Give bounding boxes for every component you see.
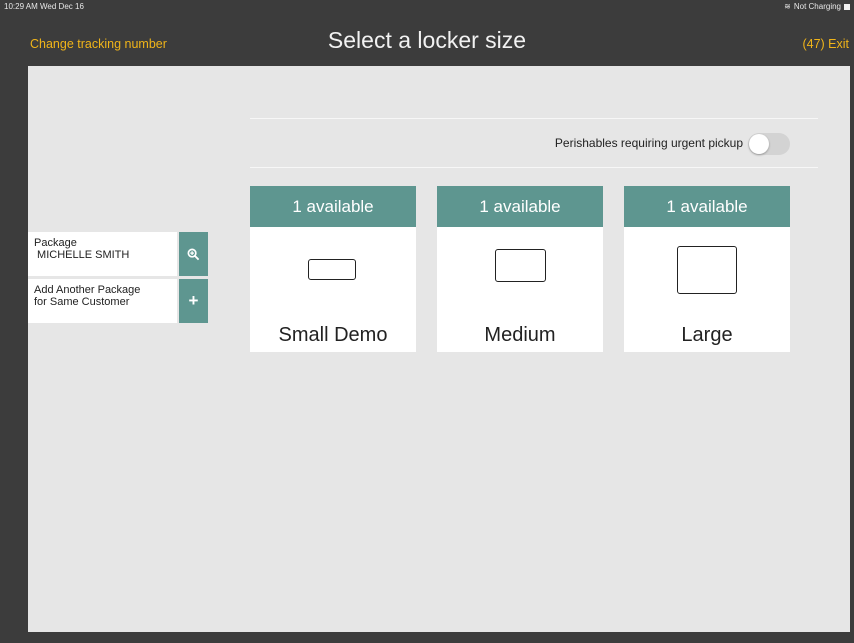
locker-availability: 1 available <box>250 186 416 227</box>
zoom-in-icon <box>187 248 200 260</box>
medium-locker-icon <box>495 249 546 282</box>
divider-bottom <box>250 167 818 168</box>
small-locker-icon <box>308 259 356 280</box>
add-package-button[interactable]: + <box>179 279 208 323</box>
package-row: Package MICHELLE SMITH <box>28 232 208 276</box>
wifi-icon: ≋ <box>784 2 791 11</box>
locker-availability: 1 available <box>624 186 790 227</box>
locker-card-large[interactable]: 1 available Large <box>624 186 790 352</box>
locker-card-small[interactable]: 1 available Small Demo <box>250 186 416 352</box>
perishables-label: Perishables requiring urgent pickup <box>554 136 743 150</box>
plus-icon: + <box>188 291 199 310</box>
add-package-row: Add Another Package for Same Customer + <box>28 279 208 323</box>
add-package-info: Add Another Package for Same Customer <box>28 279 177 323</box>
page-title: Select a locker size <box>327 27 527 53</box>
add-package-label-line2: for Same Customer <box>34 296 130 308</box>
package-customer-name: MICHELLE SMITH <box>34 249 130 261</box>
battery-icon <box>844 3 850 10</box>
exit-button[interactable]: (47) Exit <box>802 37 849 51</box>
nav-bar: Change tracking number Select a locker s… <box>0 14 854 66</box>
status-bar: 10:29 AM Wed Dec 16 ≋ Not Charging <box>0 0 854 14</box>
perishables-toggle[interactable] <box>748 133 790 155</box>
locker-card-medium[interactable]: 1 available Medium <box>437 186 603 352</box>
divider-top <box>250 118 818 119</box>
locker-name: Small Demo <box>278 324 388 346</box>
toggle-knob <box>749 134 769 154</box>
package-info: Package MICHELLE SMITH <box>28 232 177 276</box>
locker-name: Medium <box>484 324 556 346</box>
large-locker-icon <box>677 246 737 294</box>
locker-availability: 1 available <box>437 186 603 227</box>
locker-name: Large <box>681 324 733 346</box>
main-content: Perishables requiring urgent pickup Pack… <box>28 66 850 632</box>
status-time: 10:29 AM Wed Dec 16 <box>4 2 84 11</box>
add-package-label-line1: Add Another Package <box>34 284 141 296</box>
package-label: Package <box>34 237 77 249</box>
status-right: ≋ Not Charging <box>784 2 850 11</box>
charging-status: Not Charging <box>793 2 841 11</box>
view-package-button[interactable] <box>179 232 208 276</box>
